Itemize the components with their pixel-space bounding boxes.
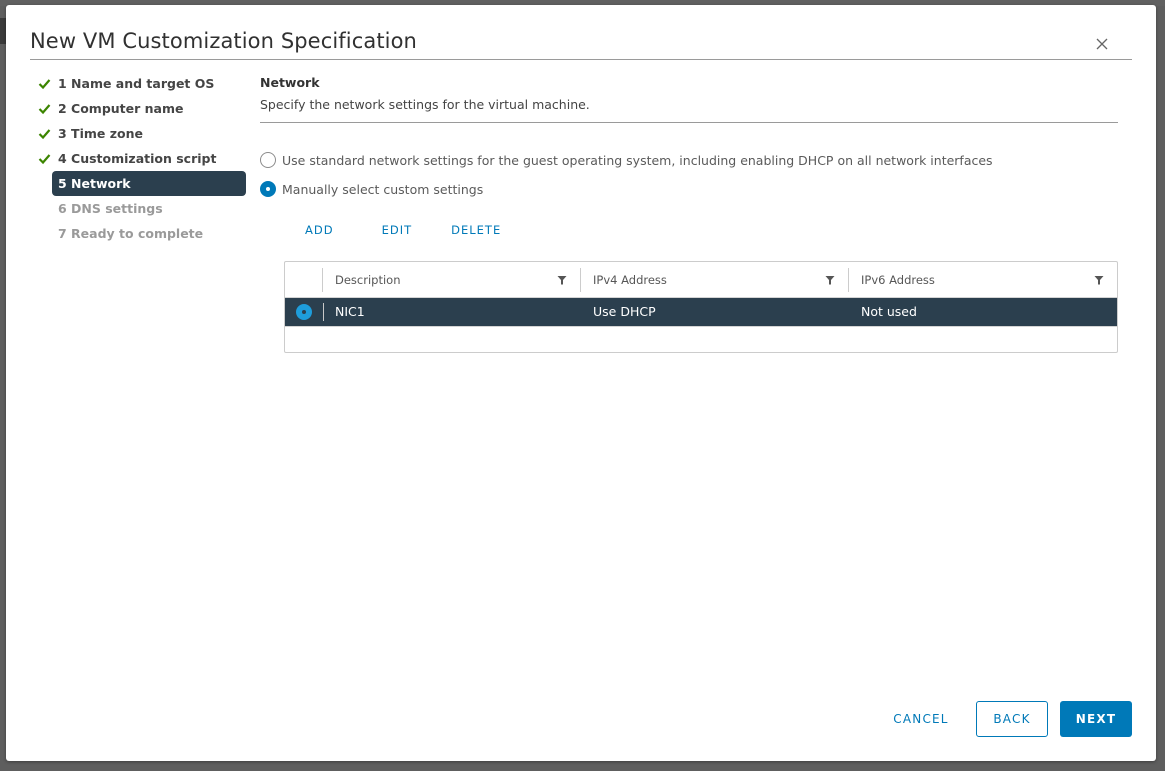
column-separator <box>323 303 324 321</box>
step-label: 2 Computer name <box>58 101 184 116</box>
option-label: Manually select custom settings <box>282 181 484 197</box>
section-title: Network <box>260 75 320 90</box>
check-icon <box>38 104 51 115</box>
check-icon <box>38 154 51 165</box>
close-button[interactable] <box>1094 36 1110 52</box>
table-row[interactable]: NIC1 Use DHCP Not used <box>285 298 1117 326</box>
column-header-description[interactable]: Description <box>335 273 401 287</box>
section-description: Specify the network settings for the vir… <box>260 97 590 112</box>
step-time-zone[interactable]: 3 Time zone <box>36 121 246 146</box>
close-icon <box>1096 38 1108 50</box>
column-separator[interactable] <box>580 268 581 292</box>
cancel-button[interactable]: CANCEL <box>882 701 960 737</box>
wizard-steps: 1 Name and target OS 2 Computer name 3 T… <box>36 71 246 246</box>
check-icon <box>38 129 51 140</box>
grid-header: Description IPv4 Address IPv6 Address <box>285 262 1117 298</box>
step-label: 6 DNS settings <box>58 201 163 216</box>
filter-icon[interactable] <box>825 275 835 285</box>
step-dns-settings: 6 DNS settings <box>36 196 246 221</box>
step-ready-to-complete: 7 Ready to complete <box>36 221 246 246</box>
step-label: 5 Network <box>58 176 131 191</box>
section-divider <box>260 122 1118 123</box>
radio-button[interactable] <box>260 152 276 168</box>
step-label: 4 Customization script <box>58 151 217 166</box>
dialog-title: New VM Customization Specification <box>30 29 417 53</box>
cell-ipv4: Use DHCP <box>593 304 656 319</box>
nic-grid: Description IPv4 Address IPv6 Address NI… <box>284 261 1118 353</box>
column-header-ipv6[interactable]: IPv6 Address <box>861 273 935 287</box>
step-network[interactable]: 5 Network <box>52 171 246 196</box>
customization-spec-dialog: New VM Customization Specification 1 Nam… <box>6 5 1156 761</box>
cell-ipv6: Not used <box>861 304 917 319</box>
column-separator[interactable] <box>322 268 323 292</box>
cell-description: NIC1 <box>335 304 365 319</box>
step-label: 7 Ready to complete <box>58 226 204 241</box>
filter-icon[interactable] <box>557 275 567 285</box>
step-label: 1 Name and target OS <box>58 76 215 91</box>
next-button[interactable]: NEXT <box>1060 701 1132 737</box>
filter-icon[interactable] <box>1094 275 1104 285</box>
add-button[interactable]: ADD <box>305 223 334 237</box>
row-select-radio[interactable] <box>296 304 312 320</box>
title-divider <box>30 59 1132 60</box>
column-header-ipv4[interactable]: IPv4 Address <box>593 273 667 287</box>
column-separator[interactable] <box>848 268 849 292</box>
step-computer-name[interactable]: 2 Computer name <box>36 96 246 121</box>
step-customization-script[interactable]: 4 Customization script <box>36 146 246 171</box>
back-button[interactable]: BACK <box>976 701 1048 737</box>
radio-button-selected[interactable] <box>260 181 276 197</box>
grid-footer <box>285 326 1117 352</box>
step-name-and-target-os[interactable]: 1 Name and target OS <box>36 71 246 96</box>
edit-button[interactable]: EDIT <box>382 223 413 237</box>
network-content: Network Specify the network settings for… <box>260 75 1118 353</box>
step-label: 3 Time zone <box>58 126 143 141</box>
check-icon <box>38 79 51 90</box>
delete-button[interactable]: DELETE <box>451 223 501 237</box>
option-manual-settings[interactable]: Manually select custom settings <box>260 181 483 197</box>
nic-actions: ADD EDIT DELETE <box>305 223 501 237</box>
option-standard-network[interactable]: Use standard network settings for the gu… <box>260 152 993 168</box>
option-label: Use standard network settings for the gu… <box>282 152 993 168</box>
